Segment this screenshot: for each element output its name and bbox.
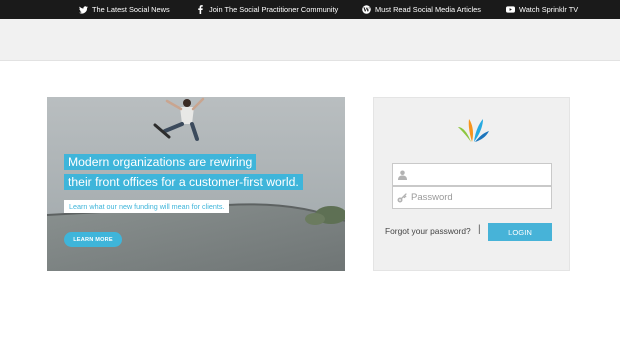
forgot-password-link[interactable]: Forgot your password?	[385, 226, 471, 236]
hero-banner: Modern organizations are rewiring their …	[47, 97, 345, 271]
learn-more-button[interactable]: LEARN MORE	[64, 232, 122, 247]
wordpress-icon: W	[362, 5, 371, 14]
login-button[interactable]: LOGIN	[488, 223, 552, 241]
key-icon	[393, 187, 411, 208]
user-icon	[393, 164, 411, 185]
topnav-label: The Latest Social News	[92, 5, 170, 14]
topnav-label: Must Read Social Media Articles	[375, 5, 481, 14]
topnav-link-social-news[interactable]: The Latest Social News	[79, 0, 170, 19]
password-field[interactable]	[392, 186, 552, 209]
login-panel: Forgot your password? | LOGIN	[373, 97, 570, 271]
topnav-label: Watch Sprinklr TV	[519, 5, 579, 14]
facebook-icon	[196, 5, 205, 14]
svg-text:W: W	[362, 8, 370, 14]
link-separator: |	[478, 224, 481, 235]
youtube-icon	[506, 5, 515, 14]
hero-funding-link[interactable]: Learn what our new funding will mean for…	[64, 200, 230, 213]
hero-headline-line2: their front offices for a customer-first…	[64, 174, 303, 190]
topnav-label: Join The Social Practitioner Community	[209, 5, 339, 14]
topnav-link-articles[interactable]: W Must Read Social Media Articles	[362, 0, 481, 19]
username-input[interactable]	[411, 164, 549, 185]
header-band	[0, 19, 620, 61]
twitter-icon	[79, 5, 88, 14]
topnav-link-tv[interactable]: Watch Sprinklr TV	[506, 0, 578, 19]
sprinklr-logo	[458, 119, 489, 142]
topnav-link-community[interactable]: Join The Social Practitioner Community	[196, 0, 338, 19]
hero-headline-line1: Modern organizations are rewiring	[64, 154, 257, 170]
top-nav-bar: The Latest Social News Join The Social P…	[0, 0, 620, 19]
username-field[interactable]	[392, 163, 552, 186]
password-input[interactable]	[411, 187, 549, 208]
